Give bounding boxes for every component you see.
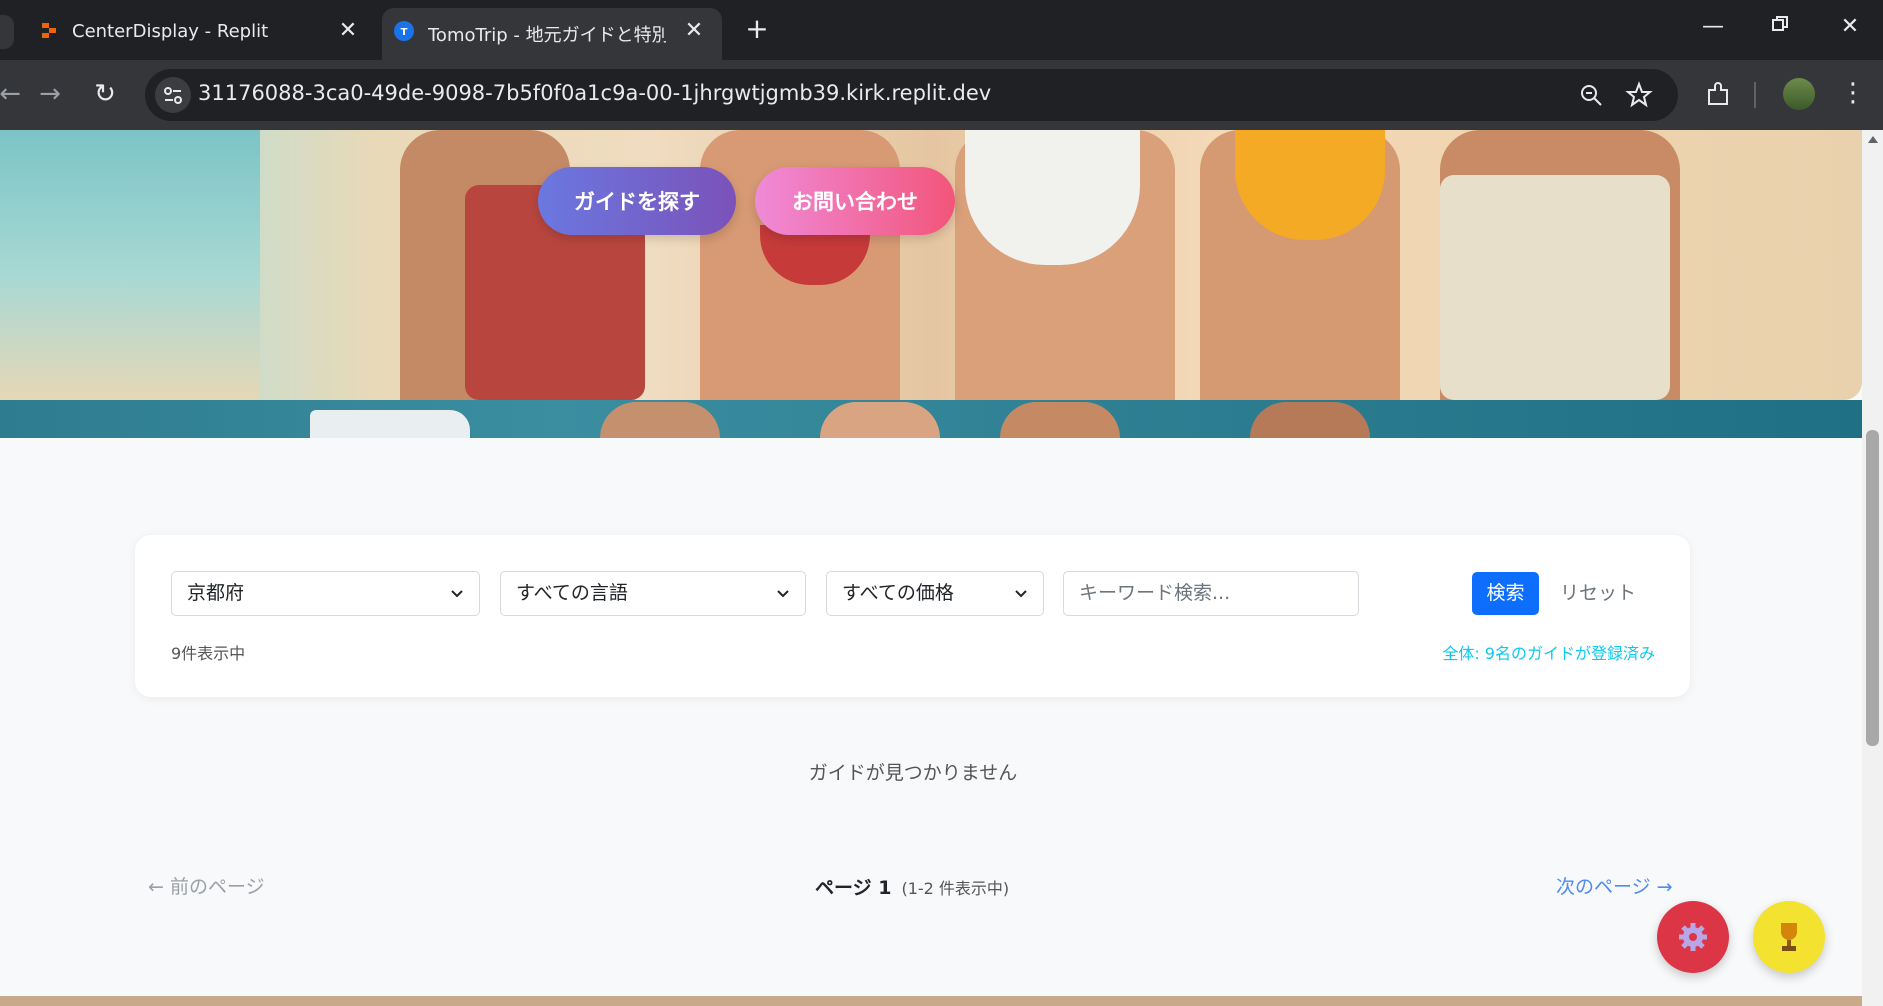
tomotrip-icon: T [394,21,414,41]
search-filter-card: 京都府 すべての言語 すべての価格 キーワード検索... 検索 リセット 9件表… [135,535,1690,697]
chevron-down-icon [1015,590,1027,598]
new-tab-icon[interactable]: + [742,14,772,44]
close-tab-icon[interactable]: ✕ [682,20,706,42]
trophy-icon [1781,923,1797,951]
replit-icon [42,23,56,38]
zoom-icon[interactable] [1577,81,1605,109]
page-scrollbar[interactable] [1862,130,1883,1006]
close-tab-icon[interactable]: ✕ [336,20,360,42]
browser-toolbar: ← → ↻ 31176088-3ca0-49de-9098-7b5f0f0a1c… [0,60,1883,130]
menu-icon[interactable]: ⋮ [1840,78,1866,108]
back-icon[interactable]: ← [0,77,28,111]
contact-button[interactable]: お問い合わせ [755,167,955,235]
minimize-icon[interactable]: — [1693,14,1733,39]
price-select-value: すべての価格 [842,582,954,604]
site-settings-icon[interactable] [155,77,191,113]
toolbar-divider [1754,82,1756,108]
reload-icon[interactable]: ↻ [87,77,123,111]
scrollbar-thumb[interactable] [1866,430,1879,746]
total-guides-text: 全体: 9名のガイドが登録済み [1442,644,1655,663]
secondary-banner-image [0,400,1862,438]
page-viewport: ガイドを探す お問い合わせ 京都府 すべての言語 すべての価格 キーワード検索.… [0,130,1883,1006]
address-bar[interactable]: 31176088-3ca0-49de-9098-7b5f0f0a1c9a-00-… [145,69,1678,121]
find-guide-button[interactable]: ガイドを探す [538,167,736,235]
close-window-icon[interactable]: ✕ [1830,14,1870,39]
svg-text:T: T [401,27,408,38]
chevron-down-icon [777,590,789,598]
tab-tomotrip[interactable]: T TomoTrip - 地元ガイドと特別な旅 ✕ [382,8,722,60]
region-select[interactable]: 京都府 [171,571,480,616]
language-select[interactable]: すべての言語 [500,571,806,616]
region-select-value: 京都府 [187,582,245,604]
restore-icon[interactable] [1760,14,1800,39]
tab-centerdisplay[interactable]: CenterDisplay - Replit ✕ [0,8,370,60]
url-text: 31176088-3ca0-49de-9098-7b5f0f0a1c9a-00-… [198,81,992,105]
language-select-value: すべての言語 [516,582,628,604]
empty-results-message: ガイドが見つかりません [808,762,1018,784]
gear-icon [1679,923,1707,951]
page-range: (1-2 件表示中) [901,879,1010,898]
forward-icon[interactable]: → [32,77,68,111]
tab-title: CenterDisplay - Replit [72,21,269,42]
keyword-search-input[interactable]: キーワード検索... [1063,571,1359,616]
browser-tab-strip: CenterDisplay - Replit ✕ T TomoTrip - 地元… [0,0,1883,60]
prev-page-link[interactable]: ← 前のページ [148,872,265,899]
bookmark-star-icon[interactable] [1625,81,1653,109]
next-section-image [0,996,1862,1006]
page-indicator: ページ 1 (1-2 件表示中) [815,873,1009,900]
keyword-placeholder: キーワード検索... [1079,582,1231,604]
settings-fab[interactable] [1657,901,1729,973]
chevron-down-icon [451,590,463,598]
tab-title: TomoTrip - 地元ガイドと特別な旅 [428,25,666,46]
profile-avatar[interactable] [1783,78,1815,110]
search-button[interactable]: 検索 [1472,572,1539,615]
trophy-fab[interactable] [1753,901,1825,973]
scroll-up-arrow-icon[interactable] [1868,136,1878,143]
extensions-icon[interactable] [1703,80,1733,110]
page-number: ページ 1 [815,877,892,899]
next-page-link[interactable]: 次のページ → [1556,872,1673,899]
price-select[interactable]: すべての価格 [826,571,1044,616]
reset-button[interactable]: リセット [1553,572,1643,615]
result-count: 9件表示中 [171,644,246,663]
